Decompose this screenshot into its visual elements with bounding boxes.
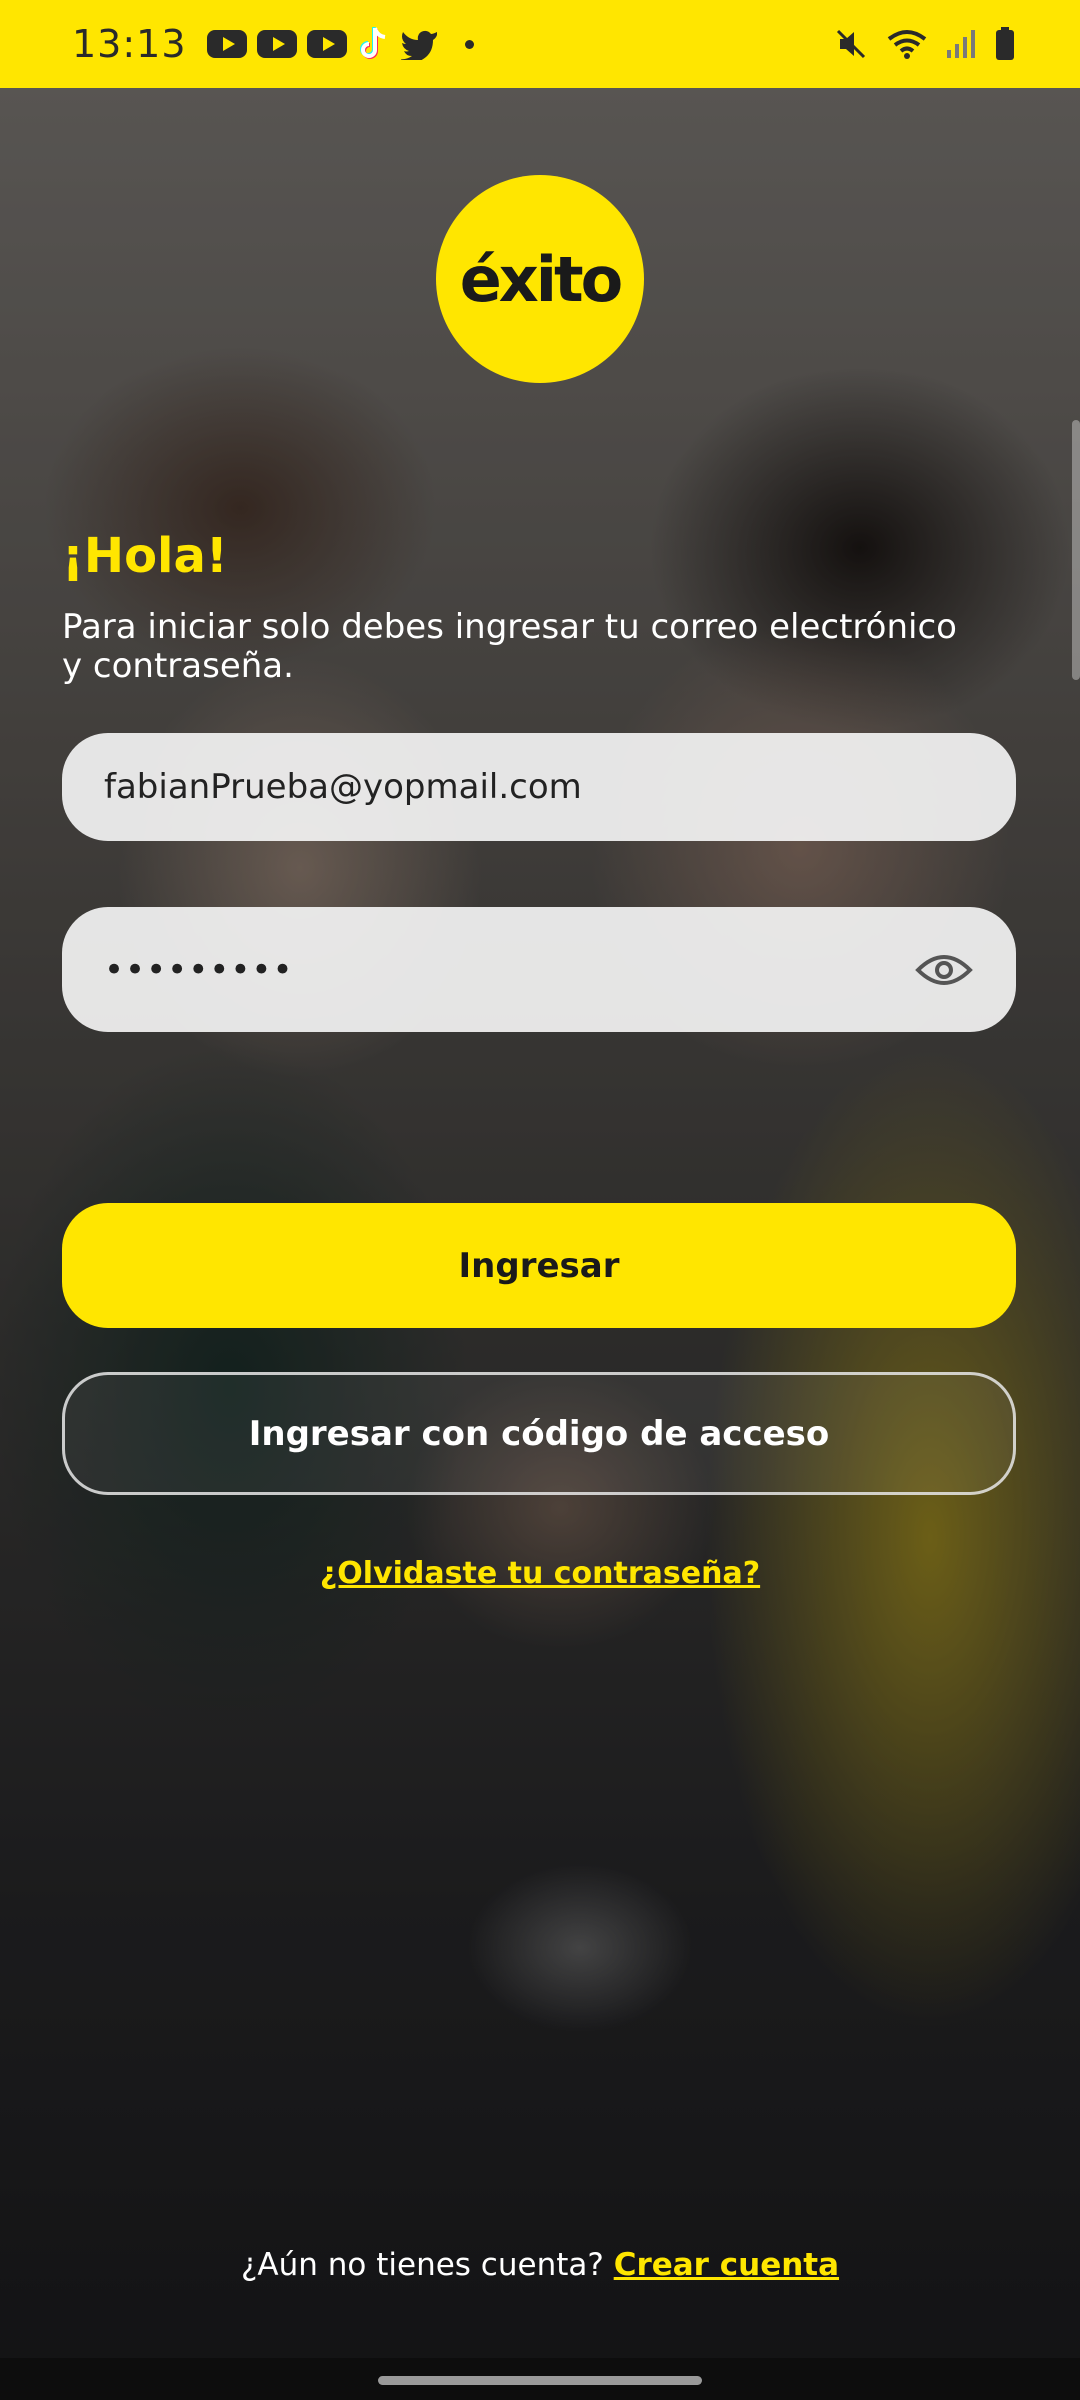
login-instructions: Para iniciar solo debes ingresar tu corr… xyxy=(62,607,957,686)
scrollbar[interactable] xyxy=(1072,420,1080,680)
access-code-button[interactable]: Ingresar con código de acceso xyxy=(62,1372,1016,1495)
twitter-icon xyxy=(400,30,437,60)
more-notifications-dot xyxy=(464,39,474,49)
youtube-icon xyxy=(206,30,247,58)
email-field[interactable]: fabianPrueba@yopmail.com xyxy=(62,733,1016,841)
notification-icons xyxy=(206,26,474,62)
system-icons xyxy=(834,26,1016,62)
signal-icon xyxy=(947,30,975,58)
exito-logo: éxito xyxy=(436,175,644,383)
home-indicator[interactable] xyxy=(378,2376,702,2385)
signup-row: ¿Aún no tienes cuenta? Crear cuenta xyxy=(0,2247,1080,2283)
youtube-icon xyxy=(306,30,347,58)
youtube-icon xyxy=(256,30,297,58)
mute-icon xyxy=(836,29,866,59)
status-bar: 13:13 xyxy=(0,0,1080,88)
eye-icon[interactable] xyxy=(914,950,974,990)
greeting-title: ¡Hola! xyxy=(62,528,228,584)
battery-icon xyxy=(996,27,1014,60)
wifi-icon xyxy=(887,30,927,59)
logo-text: éxito xyxy=(459,242,624,316)
forgot-password-link[interactable]: ¿Olvidaste tu contraseña? xyxy=(0,1556,1080,1591)
tiktok-icon xyxy=(359,27,385,59)
email-value: fabianPrueba@yopmail.com xyxy=(104,767,582,807)
create-account-link[interactable]: Crear cuenta xyxy=(614,2247,839,2283)
password-field[interactable]: ••••••••• xyxy=(62,907,1016,1032)
password-value: ••••••••• xyxy=(104,949,294,990)
login-button[interactable]: Ingresar xyxy=(62,1203,1016,1328)
signup-prompt: ¿Aún no tienes cuenta? xyxy=(240,2247,604,2283)
status-time: 13:13 xyxy=(72,22,187,66)
